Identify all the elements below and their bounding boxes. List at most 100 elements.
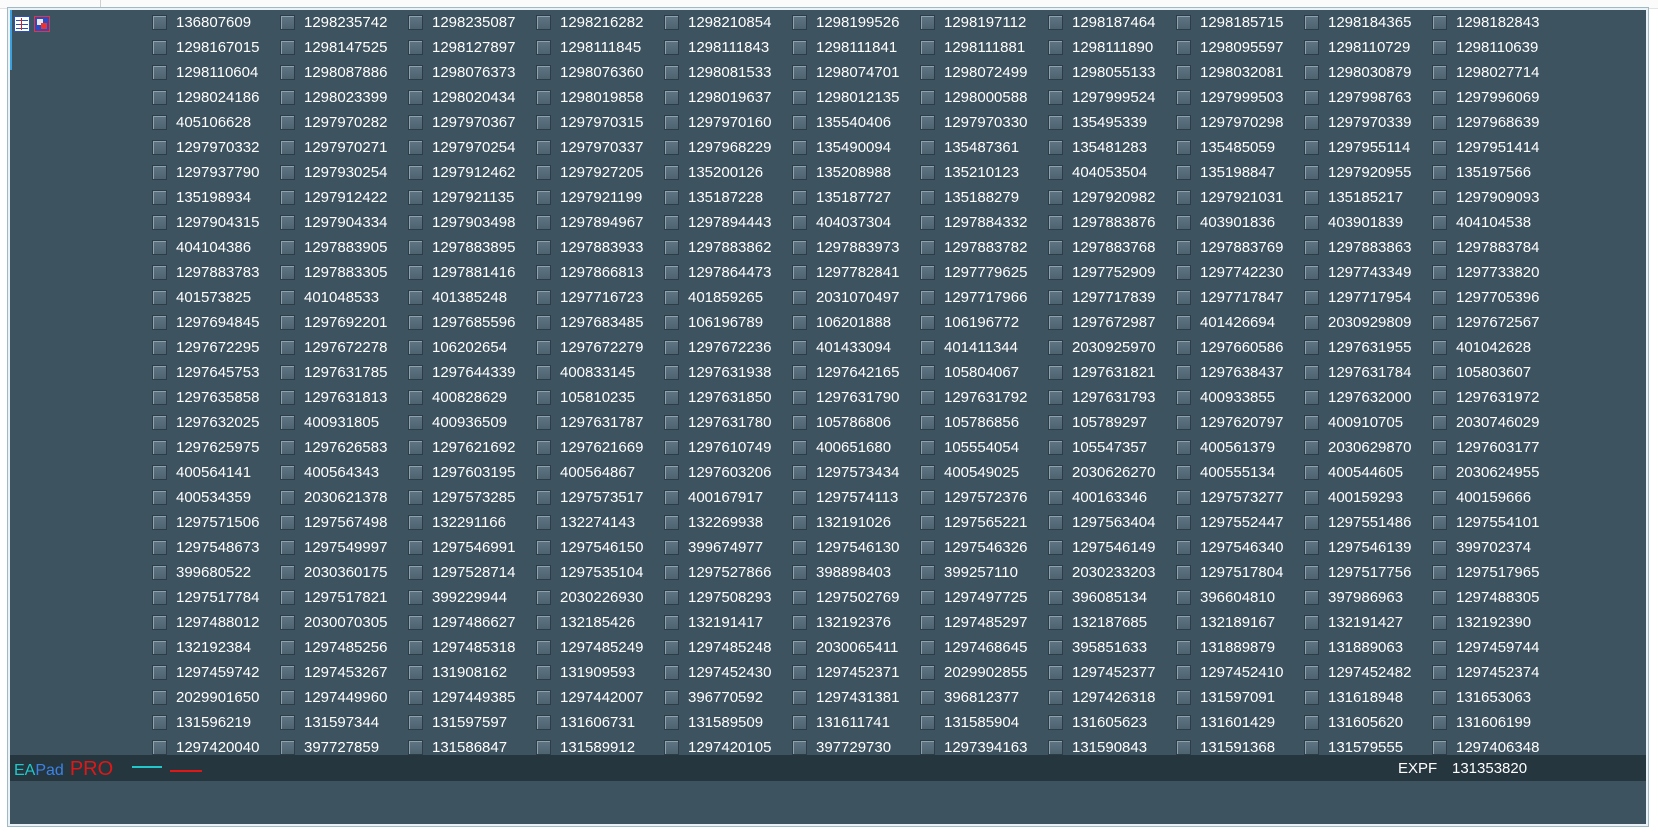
- item-checkbox[interactable]: [1176, 240, 1191, 255]
- item-checkbox[interactable]: [920, 90, 935, 105]
- item-checkbox[interactable]: [792, 440, 807, 455]
- item-checkbox[interactable]: [536, 615, 551, 630]
- item-checkbox[interactable]: [1432, 615, 1447, 630]
- item-checkbox[interactable]: [1048, 215, 1063, 230]
- item-checkbox[interactable]: [1304, 115, 1319, 130]
- item-checkbox[interactable]: [920, 165, 935, 180]
- item-checkbox[interactable]: [408, 165, 423, 180]
- item-checkbox[interactable]: [408, 540, 423, 555]
- item-checkbox[interactable]: [1048, 640, 1063, 655]
- item-checkbox[interactable]: [1048, 140, 1063, 155]
- item-checkbox[interactable]: [792, 490, 807, 505]
- item-checkbox[interactable]: [664, 565, 679, 580]
- item-checkbox[interactable]: [920, 715, 935, 730]
- item-checkbox[interactable]: [152, 590, 167, 605]
- item-checkbox[interactable]: [664, 240, 679, 255]
- item-checkbox[interactable]: [1304, 15, 1319, 30]
- item-checkbox[interactable]: [1048, 190, 1063, 205]
- item-checkbox[interactable]: [280, 315, 295, 330]
- item-checkbox[interactable]: [1176, 565, 1191, 580]
- item-checkbox[interactable]: [1048, 165, 1063, 180]
- item-checkbox[interactable]: [408, 440, 423, 455]
- item-checkbox[interactable]: [536, 515, 551, 530]
- item-checkbox[interactable]: [536, 40, 551, 55]
- item-checkbox[interactable]: [1176, 215, 1191, 230]
- item-checkbox[interactable]: [1048, 315, 1063, 330]
- item-checkbox[interactable]: [1048, 240, 1063, 255]
- item-checkbox[interactable]: [1304, 640, 1319, 655]
- item-checkbox[interactable]: [536, 115, 551, 130]
- item-checkbox[interactable]: [664, 390, 679, 405]
- item-checkbox[interactable]: [920, 640, 935, 655]
- item-checkbox[interactable]: [152, 440, 167, 455]
- item-checkbox[interactable]: [1176, 15, 1191, 30]
- item-checkbox[interactable]: [152, 690, 167, 705]
- item-checkbox[interactable]: [664, 65, 679, 80]
- item-checkbox[interactable]: [1048, 690, 1063, 705]
- item-checkbox[interactable]: [408, 340, 423, 355]
- item-checkbox[interactable]: [1304, 90, 1319, 105]
- item-checkbox[interactable]: [1048, 115, 1063, 130]
- item-checkbox[interactable]: [280, 490, 295, 505]
- item-checkbox[interactable]: [792, 615, 807, 630]
- item-checkbox[interactable]: [1048, 290, 1063, 305]
- item-checkbox[interactable]: [1048, 340, 1063, 355]
- item-checkbox[interactable]: [1432, 215, 1447, 230]
- item-checkbox[interactable]: [1432, 715, 1447, 730]
- item-checkbox[interactable]: [1176, 265, 1191, 280]
- item-checkbox[interactable]: [664, 665, 679, 680]
- item-checkbox[interactable]: [536, 140, 551, 155]
- item-checkbox[interactable]: [1048, 65, 1063, 80]
- item-checkbox[interactable]: [920, 365, 935, 380]
- item-checkbox[interactable]: [152, 365, 167, 380]
- item-checkbox[interactable]: [536, 440, 551, 455]
- item-checkbox[interactable]: [152, 640, 167, 655]
- item-checkbox[interactable]: [280, 140, 295, 155]
- item-checkbox[interactable]: [1176, 615, 1191, 630]
- item-checkbox[interactable]: [792, 115, 807, 130]
- item-checkbox[interactable]: [920, 15, 935, 30]
- swap-window-icon[interactable]: [34, 16, 50, 32]
- item-checkbox[interactable]: [536, 590, 551, 605]
- item-checkbox[interactable]: [792, 340, 807, 355]
- item-checkbox[interactable]: [920, 415, 935, 430]
- item-checkbox[interactable]: [1048, 465, 1063, 480]
- item-checkbox[interactable]: [1304, 390, 1319, 405]
- item-checkbox[interactable]: [664, 265, 679, 280]
- item-checkbox[interactable]: [536, 165, 551, 180]
- item-checkbox[interactable]: [920, 40, 935, 55]
- item-checkbox[interactable]: [408, 740, 423, 755]
- item-checkbox[interactable]: [152, 40, 167, 55]
- item-checkbox[interactable]: [152, 540, 167, 555]
- item-checkbox[interactable]: [1432, 40, 1447, 55]
- item-checkbox[interactable]: [408, 615, 423, 630]
- item-checkbox[interactable]: [1176, 715, 1191, 730]
- item-checkbox[interactable]: [792, 190, 807, 205]
- item-checkbox[interactable]: [152, 215, 167, 230]
- item-checkbox[interactable]: [664, 640, 679, 655]
- item-checkbox[interactable]: [792, 665, 807, 680]
- item-checkbox[interactable]: [1304, 565, 1319, 580]
- item-checkbox[interactable]: [536, 240, 551, 255]
- item-checkbox[interactable]: [1176, 165, 1191, 180]
- item-checkbox[interactable]: [920, 565, 935, 580]
- item-checkbox[interactable]: [1176, 315, 1191, 330]
- item-checkbox[interactable]: [920, 240, 935, 255]
- item-checkbox[interactable]: [1304, 265, 1319, 280]
- item-checkbox[interactable]: [536, 215, 551, 230]
- item-checkbox[interactable]: [664, 540, 679, 555]
- item-checkbox[interactable]: [536, 465, 551, 480]
- item-checkbox[interactable]: [1176, 415, 1191, 430]
- item-checkbox[interactable]: [1432, 490, 1447, 505]
- item-checkbox[interactable]: [1304, 215, 1319, 230]
- item-checkbox[interactable]: [408, 215, 423, 230]
- item-checkbox[interactable]: [920, 740, 935, 755]
- item-checkbox[interactable]: [1048, 40, 1063, 55]
- item-checkbox[interactable]: [920, 140, 935, 155]
- item-checkbox[interactable]: [1432, 315, 1447, 330]
- item-checkbox[interactable]: [1432, 740, 1447, 755]
- item-checkbox[interactable]: [408, 590, 423, 605]
- item-checkbox[interactable]: [152, 240, 167, 255]
- item-checkbox[interactable]: [792, 540, 807, 555]
- item-checkbox[interactable]: [920, 490, 935, 505]
